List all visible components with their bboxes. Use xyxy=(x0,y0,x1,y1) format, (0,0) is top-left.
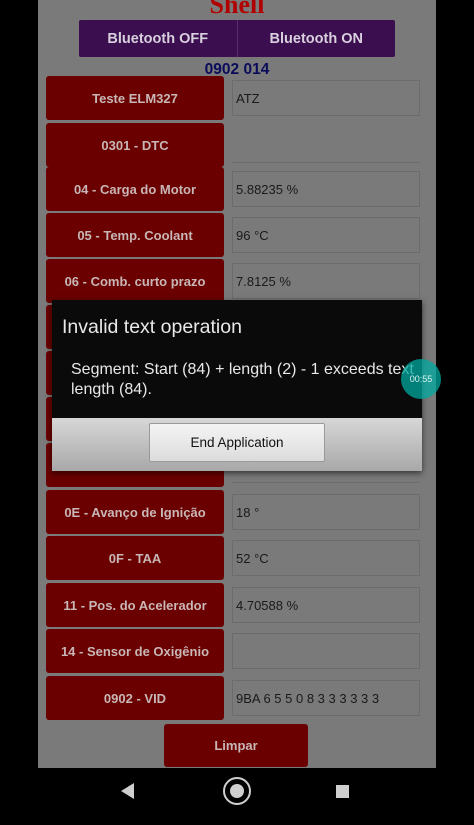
pid-button[interactable]: 11 - Pos. do Acelerador xyxy=(46,583,224,627)
pid-button[interactable]: 0301 - DTC xyxy=(46,123,224,167)
pid-button[interactable]: Teste ELM327 xyxy=(46,76,224,120)
pid-row: 0301 - DTC xyxy=(46,123,420,167)
dialog-message: Segment: Start (84) + length (2) - 1 exc… xyxy=(71,361,414,398)
floating-timer-bubble[interactable]: 00:55 xyxy=(401,359,441,399)
pid-row: Teste ELM327 ATZ xyxy=(46,76,420,120)
home-icon[interactable] xyxy=(223,777,251,805)
error-dialog: Invalid text operation Segment: Start (8… xyxy=(52,300,422,471)
pid-value-field[interactable]: 9BA 6 5 5 0 8 3 3 3 3 3 3 xyxy=(232,680,420,716)
bluetooth-on-button[interactable]: Bluetooth ON xyxy=(236,20,396,57)
pid-button[interactable]: 05 - Temp. Coolant xyxy=(46,213,224,257)
pid-value-field[interactable] xyxy=(232,633,420,669)
pid-row: 0E - Avanço de Ignição 18 ° xyxy=(46,490,420,534)
pid-value-field[interactable]: 96 °C xyxy=(232,217,420,253)
back-icon[interactable] xyxy=(121,783,134,799)
bluetooth-toggle-bar: Bluetooth OFF Bluetooth ON xyxy=(79,20,395,57)
pid-row: 0902 - VID 9BA 6 5 5 0 8 3 3 3 3 3 3 xyxy=(46,676,420,720)
pid-row: 0F - TAA 52 °C xyxy=(46,536,420,580)
pid-row: 14 - Sensor de Oxigênio xyxy=(46,629,420,673)
pid-value-field[interactable]: 4.70588 % xyxy=(232,587,420,623)
shell-logo: Shell xyxy=(209,0,265,19)
pid-value-field[interactable] xyxy=(232,127,420,163)
dialog-title: Invalid text operation xyxy=(62,316,242,338)
pid-value-field[interactable]: 5.88235 % xyxy=(232,171,420,207)
end-application-button[interactable]: End Application xyxy=(149,423,325,462)
clear-button[interactable]: Limpar xyxy=(164,724,308,767)
pid-value-field[interactable]: ATZ xyxy=(232,80,420,116)
pid-value-field[interactable]: 7.8125 % xyxy=(232,263,420,299)
pid-value-field[interactable]: 18 ° xyxy=(232,494,420,530)
pid-button[interactable]: 0F - TAA xyxy=(46,536,224,580)
pid-value-field[interactable]: 52 °C xyxy=(232,540,420,576)
pid-row: 11 - Pos. do Acelerador 4.70588 % xyxy=(46,583,420,627)
pid-button[interactable]: 06 - Comb. curto prazo xyxy=(46,259,224,303)
pid-button[interactable]: 0902 - VID xyxy=(46,676,224,720)
recents-icon[interactable] xyxy=(336,785,349,798)
pid-button[interactable]: 04 - Carga do Motor xyxy=(46,167,224,211)
pid-row: 04 - Carga do Motor 5.88235 % xyxy=(46,167,420,211)
bluetooth-off-button[interactable]: Bluetooth OFF xyxy=(79,20,237,57)
pid-button[interactable]: 14 - Sensor de Oxigênio xyxy=(46,629,224,673)
dialog-footer: End Application xyxy=(52,418,422,471)
pid-button[interactable]: 0E - Avanço de Ignição xyxy=(46,490,224,534)
pid-row: 06 - Comb. curto prazo 7.8125 % xyxy=(46,259,420,303)
pid-row: 05 - Temp. Coolant 96 °C xyxy=(46,213,420,257)
